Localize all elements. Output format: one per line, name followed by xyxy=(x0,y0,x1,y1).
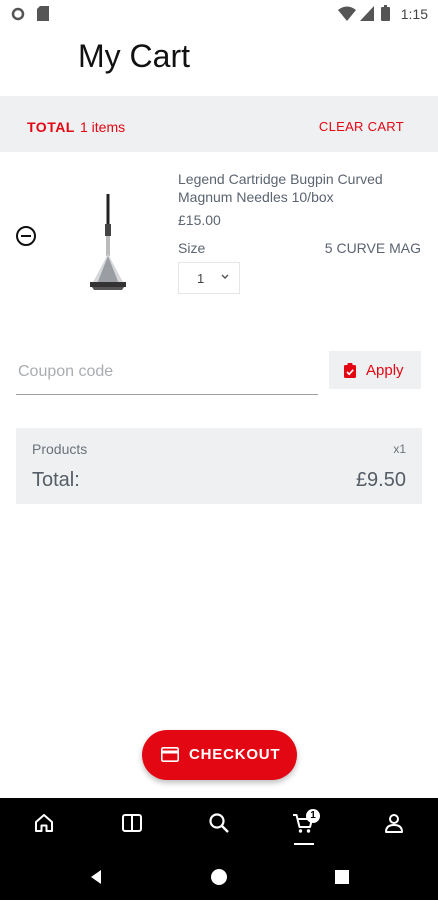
quantity-select[interactable]: 1 xyxy=(178,262,240,294)
clock: 1:15 xyxy=(400,6,428,22)
home-circle-icon xyxy=(211,869,227,885)
bottom-navigation: 1 xyxy=(0,798,438,854)
search-icon xyxy=(209,813,229,833)
total-price-label: Total: xyxy=(32,469,80,491)
clipboard-check-icon xyxy=(344,363,356,378)
nav-home[interactable] xyxy=(14,798,74,854)
recents-square-icon xyxy=(335,870,349,884)
nav-catalog[interactable] xyxy=(102,798,162,854)
sd-card-icon xyxy=(37,6,49,21)
remove-item-button[interactable] xyxy=(15,225,37,247)
cart-count-badge: 1 xyxy=(306,809,320,823)
quantity-value: 1 xyxy=(197,271,205,286)
products-label: Products xyxy=(32,441,88,457)
catalog-icon xyxy=(122,814,142,832)
system-recents-button[interactable] xyxy=(327,862,357,892)
coupon-code-input[interactable] xyxy=(16,350,318,395)
active-tab-indicator xyxy=(294,843,314,845)
apply-coupon-button[interactable]: Apply xyxy=(329,351,421,389)
system-home-button[interactable] xyxy=(204,862,234,892)
size-label: Size xyxy=(178,240,206,256)
back-triangle-icon xyxy=(91,870,101,884)
checkout-button[interactable]: CHECKOUT xyxy=(142,730,297,780)
product-price: £15.00 xyxy=(178,212,221,228)
nav-search[interactable] xyxy=(189,798,249,854)
minus-circle-icon xyxy=(16,226,36,246)
cellular-signal-icon xyxy=(360,6,374,21)
notification-dot-icon xyxy=(11,7,25,21)
clear-cart-button[interactable]: CLEAR CART xyxy=(319,119,404,134)
order-summary: Products x1 Total: £9.50 xyxy=(16,428,422,504)
battery-icon xyxy=(381,5,390,21)
system-back-button[interactable] xyxy=(81,862,111,892)
nav-cart[interactable]: 1 xyxy=(273,798,333,854)
chevron-down-icon xyxy=(221,274,229,279)
apply-label: Apply xyxy=(366,362,404,379)
products-quantity: x1 xyxy=(393,442,406,456)
system-navigation-bar xyxy=(0,854,438,900)
status-bar: 1:15 xyxy=(0,0,438,28)
checkout-label: CHECKOUT xyxy=(189,746,281,763)
total-price-value: £9.50 xyxy=(355,469,406,491)
page-title: My Cart xyxy=(78,38,190,74)
total-label: TOTAL xyxy=(27,119,75,135)
home-icon xyxy=(35,814,53,832)
size-value: 5 CURVE MAG xyxy=(324,240,421,256)
credit-card-icon xyxy=(161,747,179,762)
product-name[interactable]: Legend Cartridge Bugpin Curved Magnum Ne… xyxy=(178,170,418,206)
wifi-icon xyxy=(338,6,356,21)
product-image xyxy=(90,194,126,290)
account-icon xyxy=(385,814,403,833)
items-count: 1 items xyxy=(80,119,126,135)
nav-account[interactable] xyxy=(364,798,424,854)
